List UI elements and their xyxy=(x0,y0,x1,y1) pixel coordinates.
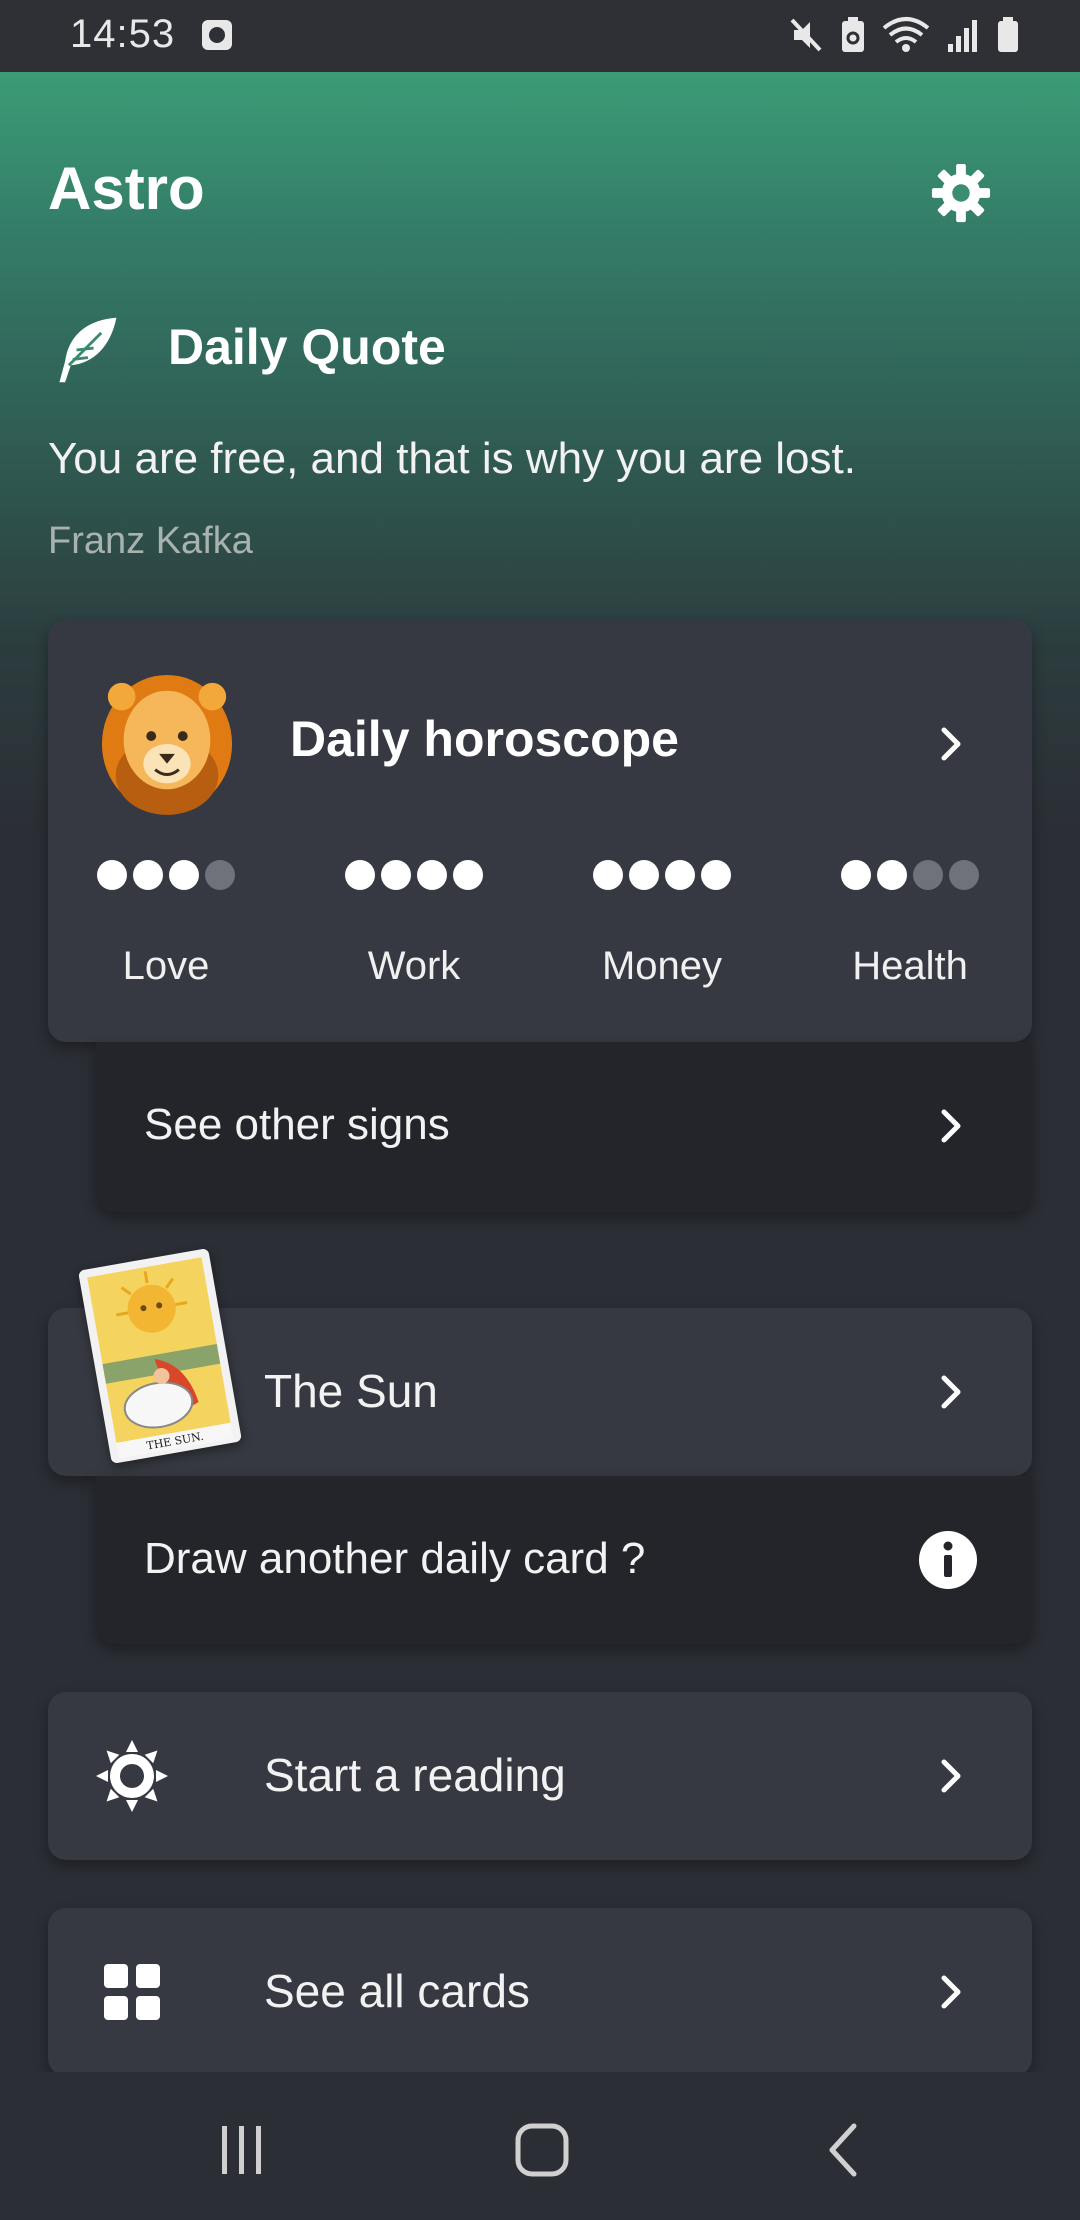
stat-health: Health xyxy=(810,860,1010,989)
system-nav-bar xyxy=(0,2072,1080,2220)
stat-label: Money xyxy=(601,944,723,988)
chevron-right-icon xyxy=(941,1759,961,1793)
app-title: Astro xyxy=(48,155,205,222)
horoscope-title: Daily horoscope xyxy=(290,711,679,767)
recent-apps-icon[interactable] xyxy=(212,2120,272,2180)
rating-dot-filled xyxy=(453,860,483,890)
stat-love: Love xyxy=(66,860,266,989)
daily-card-name: The Sun xyxy=(264,1365,438,1417)
start-reading-label: Start a reading xyxy=(264,1749,566,1801)
chevron-right-icon xyxy=(941,1375,961,1409)
rating-dot-filled xyxy=(877,860,907,890)
stat-label: Health xyxy=(852,944,968,988)
rating-dot-filled xyxy=(593,860,623,890)
rating-dot-filled xyxy=(345,860,375,890)
mute-icon xyxy=(790,18,822,52)
draw-another-card-button[interactable]: Draw another daily card ? xyxy=(96,1476,1032,1644)
grid-icon xyxy=(104,1964,160,2020)
quote-text: You are free, and that is why you are lo… xyxy=(48,434,856,483)
rating-dot-filled xyxy=(665,860,695,890)
stat-label: Work xyxy=(367,944,461,988)
rating-dot-filled xyxy=(133,860,163,890)
chevron-right-icon xyxy=(941,1109,961,1143)
rating-dot-empty xyxy=(205,860,235,890)
feather-icon xyxy=(59,317,117,383)
status-time: 14:53 xyxy=(70,12,176,56)
rating-dot-filled xyxy=(97,860,127,890)
rating-dots xyxy=(66,860,266,894)
rating-dot-empty xyxy=(913,860,943,890)
rating-dots xyxy=(810,860,1010,894)
info-icon[interactable] xyxy=(918,1530,978,1590)
rating-dots xyxy=(562,860,762,894)
rating-dot-filled xyxy=(169,860,199,890)
daily-quote-header: Daily Quote xyxy=(48,312,446,388)
main-screen: Astro Daily Quote You are free, and that… xyxy=(0,72,1080,2076)
rating-dot-filled xyxy=(381,860,411,890)
see-other-signs-label: See other signs xyxy=(144,1100,450,1149)
quote-author: Franz Kafka xyxy=(48,520,253,562)
rating-dot-filled xyxy=(629,860,659,890)
rating-dot-filled xyxy=(841,860,871,890)
rating-dot-filled xyxy=(417,860,447,890)
stat-work: Work xyxy=(314,860,514,989)
battery-icon xyxy=(998,17,1018,52)
sun-icon xyxy=(96,1740,168,1812)
gear-icon[interactable] xyxy=(930,162,992,224)
rating-dots xyxy=(314,860,514,894)
see-all-cards-label: See all cards xyxy=(264,1965,530,2017)
stat-money: Money xyxy=(562,860,762,989)
rating-dot-empty xyxy=(949,860,979,890)
lion-icon xyxy=(101,674,233,815)
back-icon[interactable] xyxy=(816,2120,876,2180)
clock-app-icon xyxy=(202,20,232,50)
chevron-right-icon xyxy=(941,727,961,761)
start-reading-button[interactable]: Start a reading xyxy=(48,1692,1032,1860)
draw-another-card-label: Draw another daily card ? xyxy=(144,1534,646,1583)
signal-icon xyxy=(948,20,977,52)
see-all-cards-button[interactable]: See all cards xyxy=(48,1908,1032,2076)
status-icons xyxy=(788,16,1020,54)
daily-quote-title: Daily Quote xyxy=(168,319,446,375)
rating-dot-filled xyxy=(701,860,731,890)
battery-saver-icon xyxy=(842,17,864,52)
home-icon[interactable] xyxy=(512,2120,572,2180)
see-other-signs-button[interactable]: See other signs xyxy=(96,1042,1032,1212)
stat-label: Love xyxy=(122,944,210,988)
status-bar: 14:53 xyxy=(0,0,1080,72)
wifi-icon xyxy=(882,17,930,52)
chevron-right-icon xyxy=(941,1975,961,2009)
daily-horoscope-card[interactable]: Daily horoscope Love Work Money Health xyxy=(48,620,1032,1042)
